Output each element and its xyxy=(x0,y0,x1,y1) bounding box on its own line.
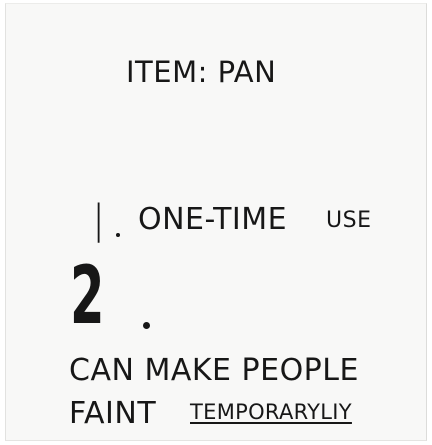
point-1-suffix: USE xyxy=(326,208,372,233)
point-2-line-2: FAINT xyxy=(69,396,157,431)
point-2-line-1: CAN MAKE PEOPLE xyxy=(69,353,359,388)
point-1-text: ONE-TIME xyxy=(138,202,288,237)
point-1-dot xyxy=(116,233,120,237)
page: ITEM: PAN | ONE-TIME USE 2 CAN MAKE PEOP… xyxy=(0,0,432,445)
point-1-number: | xyxy=(92,197,106,243)
point-2-number: 2 xyxy=(70,249,105,342)
point-2-line-2-suffix: TEMPORARYLIY xyxy=(190,400,352,424)
item-title: ITEM: PAN xyxy=(126,55,277,89)
point-2-dot xyxy=(143,322,150,329)
